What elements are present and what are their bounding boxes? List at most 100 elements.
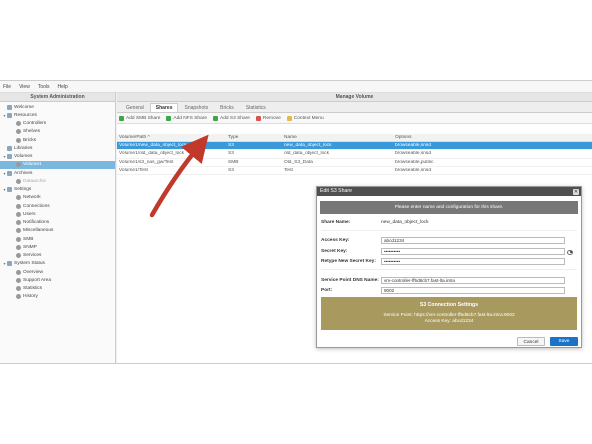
menu-file[interactable]: File: [3, 84, 11, 90]
sidebar-item-settings[interactable]: ▾ Settings: [0, 186, 115, 194]
sidebar-item-support-area[interactable]: Support Area: [0, 276, 115, 284]
sidebar-item-dataarchiv[interactable]: Dataarchiv: [0, 177, 115, 185]
save-button[interactable]: Save: [550, 337, 578, 346]
sidebar-item-history[interactable]: History: [0, 293, 115, 301]
sidebar-item-welcome[interactable]: Welcome: [0, 103, 115, 111]
sidebar-item-statistics[interactable]: Statistics: [0, 285, 115, 293]
remove-button[interactable]: Remove: [255, 115, 281, 121]
add-icon: [119, 115, 124, 121]
tab-bar: General Shares Snapshots Bricks Statisti…: [117, 102, 592, 113]
cell-type: S3: [228, 151, 234, 157]
secret-key-row: Secret Key: ••••••••••: [321, 247, 573, 255]
access-key-input[interactable]: abcd1234: [381, 236, 565, 244]
add-nfs-share-button[interactable]: Add NFS Share: [166, 115, 207, 121]
sidebar-item-notifications[interactable]: Notifications: [0, 219, 115, 227]
table-row[interactable]: Volume1/new_data_object_lock S3 new_data…: [117, 142, 592, 151]
sidebar-item-controllers[interactable]: Controllers: [0, 120, 115, 128]
column-header-options[interactable]: Options: [395, 135, 592, 140]
cell-type: SMB: [228, 159, 239, 165]
divider: [321, 230, 577, 231]
sidebar-item-services[interactable]: Services: [0, 252, 115, 260]
item-icon: [16, 294, 21, 300]
add-icon: [166, 115, 172, 121]
shares-table: Volume/Path ^ Type Name Options Volume1/…: [117, 134, 592, 175]
cell-name: old_data_object_lock: [284, 151, 330, 157]
close-icon[interactable]: ✕: [573, 188, 579, 195]
tab-bricks[interactable]: Bricks: [214, 103, 240, 112]
secret-key-input[interactable]: ••••••••••: [381, 247, 573, 255]
sidebar-item-volumes[interactable]: ▾ Volumes: [0, 153, 115, 161]
cell-name: Test: [284, 167, 293, 173]
sidebar-item-label: Resources: [14, 112, 37, 118]
sidebar-item-overview[interactable]: Overview: [0, 268, 115, 276]
item-icon: [16, 211, 21, 217]
add-s3-share-button[interactable]: Add S3 Share: [213, 115, 250, 121]
cell-path: Volume1/new_data_object_lock: [119, 143, 187, 149]
sidebar-item-volume1[interactable]: Volume1: [0, 160, 115, 169]
table-row[interactable]: Volume1/Test S3 Test browseable,snsd: [117, 167, 592, 175]
sidebar-item-shelves[interactable]: Shelves: [0, 128, 115, 136]
add-smb-share-button[interactable]: Add SMB Share: [119, 115, 161, 121]
tab-statistics[interactable]: Statistics: [240, 103, 272, 112]
sidebar-item-label: Connections: [23, 203, 50, 209]
sidebar-item-label: Archives: [14, 170, 33, 176]
sidebar-item-libraries[interactable]: Libraries: [0, 144, 115, 152]
sidebar-item-label: Users: [23, 211, 36, 217]
add-smb-share-label: Add SMB Share: [126, 115, 161, 121]
sidebar-item-system-status[interactable]: ▾ System Status: [0, 260, 115, 268]
item-icon: [16, 203, 21, 209]
sidebar-item-bricks[interactable]: Bricks: [0, 136, 115, 144]
menu-help[interactable]: Help: [58, 84, 68, 90]
sidebar-item-connections[interactable]: Connections: [0, 202, 115, 210]
sidebar-item-archives[interactable]: ▾ Archives: [0, 169, 115, 177]
item-icon: [16, 129, 21, 135]
item-icon: [16, 277, 21, 283]
column-header-name[interactable]: Name: [284, 135, 395, 140]
sidebar-item-label: History: [23, 294, 38, 300]
sidebar-item-miscellaneous[interactable]: Miscellaneous: [0, 227, 115, 235]
item-icon: [7, 261, 12, 267]
sidebar-item-snmp[interactable]: SNMP: [0, 243, 115, 251]
cell-type: S3: [228, 143, 234, 149]
column-header-path[interactable]: Volume/Path ^: [117, 135, 228, 140]
cell-options: browseable,snsd: [395, 151, 431, 157]
sidebar-item-label: Overview: [23, 269, 43, 275]
sidebar-item-label: Welcome: [14, 104, 34, 110]
retype-key-row: Retype New Secret Key: ••••••••••: [321, 257, 565, 265]
item-icon: [16, 244, 21, 250]
menu-tools[interactable]: Tools: [38, 84, 50, 90]
context-menu-button[interactable]: Context Menu: [286, 115, 324, 121]
menu-view[interactable]: View: [19, 84, 30, 90]
eye-icon[interactable]: [567, 249, 573, 255]
sidebar-item-network[interactable]: Network: [0, 194, 115, 202]
tab-general[interactable]: General: [120, 103, 150, 112]
item-icon: [16, 253, 21, 259]
dialog-info-banner: Please enter name and configuration for …: [320, 201, 578, 214]
item-icon: [7, 145, 12, 151]
dialog-title: Edit S3 Share ✕: [317, 187, 581, 196]
sidebar-item-label: Notifications: [23, 220, 50, 226]
column-header-type[interactable]: Type: [228, 135, 284, 140]
sidebar-item-label: Shelves: [23, 129, 41, 135]
item-icon: [7, 170, 12, 176]
sidebar-item-label: Support Area: [23, 277, 52, 283]
sidebar-item-resources[interactable]: ▾ Resources: [0, 111, 115, 119]
s3-connection-settings: S3 Connection Settings Service Point: ht…: [321, 297, 577, 330]
tab-shares[interactable]: Shares: [149, 103, 179, 112]
item-icon: [16, 228, 21, 234]
sidebar-item-smb[interactable]: SMB: [0, 235, 115, 243]
dns-input[interactable]: vm-controller-ff5d8cb7.fast-lta.intra: [381, 276, 565, 284]
item-icon: [16, 178, 21, 184]
sidebar-item-label: SMB: [23, 236, 34, 242]
sidebar-item-label: Settings: [14, 187, 32, 193]
cancel-button[interactable]: Cancel: [517, 337, 545, 346]
table-row[interactable]: Volume1/s3_nas_gw/Test SMB Old_S3_Data b…: [117, 159, 592, 167]
port-input[interactable]: 9002: [381, 286, 565, 294]
retype-key-input[interactable]: ••••••••••: [381, 257, 565, 265]
dns-label: Service Point DNS Name:: [321, 277, 379, 283]
sidebar-item-users[interactable]: Users: [0, 210, 115, 218]
retype-key-label: Retype New Secret Key:: [321, 258, 376, 264]
sidebar-item-label: Statistics: [23, 286, 43, 292]
tab-snapshots[interactable]: Snapshots: [178, 103, 214, 112]
table-row[interactable]: Volume1/old_data_object_lock S3 old_data…: [117, 150, 592, 159]
